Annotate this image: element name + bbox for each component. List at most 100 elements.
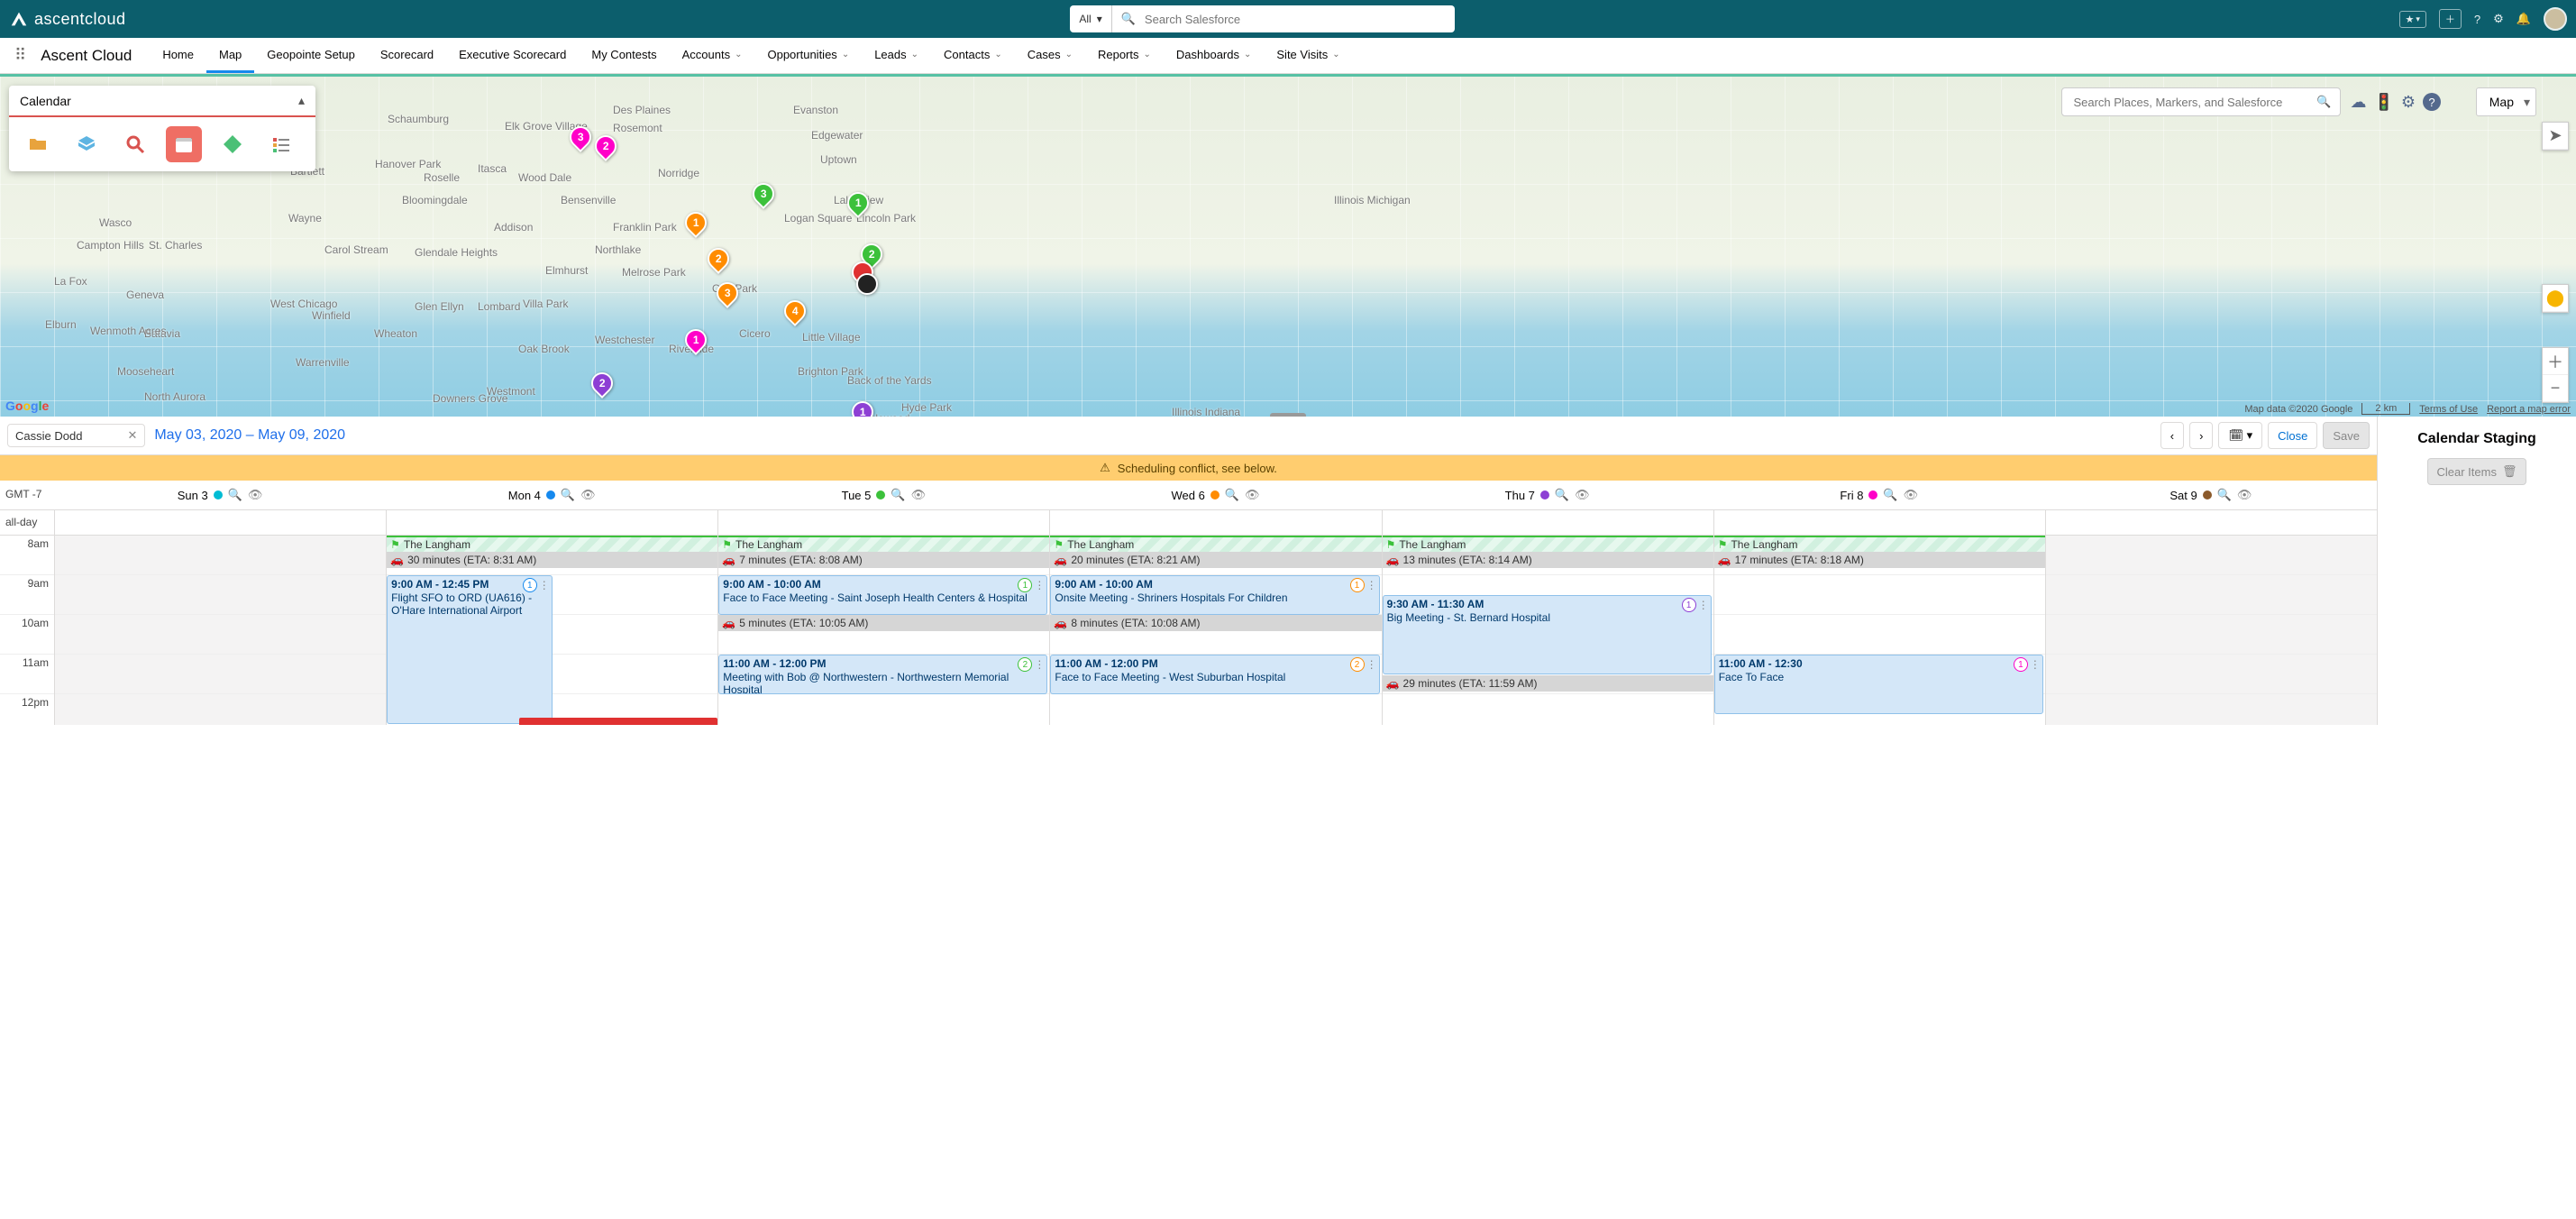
event-flight[interactable]: 9:00 AM - 12:45 PM 1⋮ Flight SFO to ORD …	[387, 575, 553, 724]
favorites-button[interactable]: ★▾	[2399, 11, 2426, 28]
search-icon[interactable]: 🔍	[228, 488, 242, 502]
drive-segment[interactable]: 🚗7 minutes (ETA: 8:08 AM)	[718, 552, 1049, 568]
drive-segment[interactable]: 🚗17 minutes (ETA: 8:18 AM)	[1714, 552, 2045, 568]
close-button[interactable]: Close	[2268, 422, 2317, 449]
drive-segment[interactable]: 🚗29 minutes (ETA: 11:59 AM)	[1383, 675, 1713, 692]
event-menu-icon[interactable]: ⋮	[1034, 658, 1045, 671]
help-icon[interactable]: ?	[2423, 93, 2441, 111]
drive-segment[interactable]: 🚗30 minutes (ETA: 8:31 AM)	[387, 552, 717, 568]
cloud-icon[interactable]: ☁	[2350, 93, 2366, 112]
nav-tab-home[interactable]: Home	[150, 38, 206, 73]
nav-tab-site-visits[interactable]: Site Visits⌄	[1264, 38, 1352, 73]
nav-tab-contacts[interactable]: Contacts⌄	[931, 38, 1015, 73]
eye-icon[interactable]: 👁	[1904, 488, 1919, 502]
search-icon[interactable]: 🔍	[1555, 488, 1569, 502]
start-flag[interactable]: The Langham	[1050, 536, 1381, 552]
close-icon[interactable]: ✕	[127, 428, 137, 443]
nav-tab-scorecard[interactable]: Scorecard	[368, 38, 446, 73]
event-menu-icon[interactable]: ⋮	[1366, 658, 1377, 671]
day-wed[interactable]: The Langham 🚗20 minutes (ETA: 8:21 AM) 9…	[1049, 536, 1381, 725]
date-picker-button[interactable]: 🗓 ▾	[2218, 422, 2262, 449]
map-area[interactable]: SchaumburgElk Grove VillageDes PlainesEv…	[0, 74, 2576, 417]
app-launcher-icon[interactable]: ⠿	[7, 46, 33, 65]
search-icon[interactable]: 🔍	[1883, 488, 1897, 502]
eye-icon[interactable]: 👁	[1245, 488, 1260, 502]
traffic-icon[interactable]: 🚦	[2373, 93, 2393, 112]
calendar-button[interactable]	[166, 126, 202, 162]
prev-week-button[interactable]: ‹	[2160, 422, 2184, 449]
map-type-picker[interactable]: Map ▾	[2476, 87, 2536, 116]
panel-collapse-icon[interactable]: ▴	[298, 93, 305, 108]
search-icon[interactable]: 🔍	[891, 488, 905, 502]
user-filter-pill[interactable]: Cassie Dodd ✕	[7, 424, 145, 447]
drive-segment[interactable]: 🚗8 minutes (ETA: 10:08 AM)	[1050, 615, 1381, 631]
event-menu-icon[interactable]: ⋮	[539, 579, 550, 591]
event-meeting[interactable]: 11:00 AM - 12:00 PM 2⋮ Meeting with Bob …	[718, 655, 1047, 694]
event-menu-icon[interactable]: ⋮	[2030, 658, 2041, 671]
folder-button[interactable]	[20, 126, 56, 162]
event-meeting[interactable]: 9:30 AM - 11:30 AM 1⋮ Big Meeting - St. …	[1383, 595, 1712, 674]
event-menu-icon[interactable]: ⋮	[1698, 599, 1709, 611]
day-fri[interactable]: The Langham 🚗17 minutes (ETA: 8:18 AM) 1…	[1713, 536, 2045, 725]
day-sun[interactable]	[54, 536, 386, 725]
drive-segment[interactable]: 🚗20 minutes (ETA: 8:21 AM)	[1050, 552, 1381, 568]
search-icon[interactable]: 🔍	[561, 488, 575, 502]
eye-icon[interactable]: 👁	[1575, 488, 1590, 502]
event-meeting[interactable]: 9:00 AM - 10:00 AM 1⋮ Onsite Meeting - S…	[1050, 575, 1379, 615]
event-meeting[interactable]: 9:00 AM - 10:00 AM 1⋮ Face to Face Meeti…	[718, 575, 1047, 615]
search-input[interactable]	[1143, 12, 1446, 27]
start-flag[interactable]: The Langham	[387, 536, 717, 552]
event-meeting[interactable]: 11:00 AM - 12:30 1⋮ Face To Face	[1714, 655, 2043, 714]
help-icon[interactable]: ?	[2474, 13, 2480, 26]
nav-tab-executive-scorecard[interactable]: Executive Scorecard	[446, 38, 579, 73]
drive-segment[interactable]: 🚗5 minutes (ETA: 10:05 AM)	[718, 615, 1049, 631]
nav-tab-map[interactable]: Map	[206, 38, 254, 73]
user-avatar[interactable]	[2544, 7, 2567, 31]
nav-tab-dashboards[interactable]: Dashboards⌄	[1164, 38, 1265, 73]
nav-tab-opportunities[interactable]: Opportunities⌄	[754, 38, 862, 73]
event-menu-icon[interactable]: ⋮	[1366, 579, 1377, 591]
start-flag[interactable]: The Langham	[1383, 536, 1713, 552]
start-flag[interactable]: The Langham	[1714, 536, 2045, 552]
nav-tab-accounts[interactable]: Accounts⌄	[670, 38, 755, 73]
eye-icon[interactable]: 👁	[911, 488, 927, 502]
map-search-input[interactable]	[2071, 95, 2316, 110]
event-menu-icon[interactable]: ⋮	[1034, 579, 1045, 591]
report-link[interactable]: Report a map error	[2487, 404, 2571, 415]
conflict-indicator[interactable]	[519, 718, 717, 725]
setup-gear-icon[interactable]: ⚙	[2493, 12, 2504, 26]
eye-icon[interactable]: 👁	[580, 488, 596, 502]
add-button[interactable]: ＋	[2439, 9, 2462, 29]
nav-tab-geopointe-setup[interactable]: Geopointe Setup	[254, 38, 368, 73]
pegman-icon[interactable]: ⬤	[2543, 285, 2568, 312]
start-flag[interactable]: The Langham	[718, 536, 1049, 552]
next-week-button[interactable]: ›	[2189, 422, 2213, 449]
zoom-out-icon[interactable]: −	[2543, 375, 2568, 402]
day-sat[interactable]	[2045, 536, 2377, 725]
day-tue[interactable]: The Langham 🚗7 minutes (ETA: 8:08 AM) 9:…	[717, 536, 1049, 725]
nav-tab-my-contests[interactable]: My Contests	[579, 38, 669, 73]
directions-button[interactable]	[215, 126, 251, 162]
layers-button[interactable]	[69, 126, 105, 162]
gear-icon[interactable]: ⚙	[2401, 93, 2416, 112]
split-drag-handle[interactable]	[1270, 413, 1306, 417]
search-scope-picker[interactable]: All ▾	[1070, 5, 1111, 32]
list-button[interactable]	[263, 126, 299, 162]
recenter-icon[interactable]: ➤	[2543, 123, 2568, 150]
search-icon[interactable]: 🔍	[1225, 488, 1239, 502]
zoom-in-icon[interactable]: ＋	[2543, 348, 2568, 375]
search-icon[interactable]: 🔍	[2316, 95, 2331, 109]
terms-link[interactable]: Terms of Use	[2419, 404, 2478, 415]
day-mon[interactable]: The Langham 🚗30 minutes (ETA: 8:31 AM) 9…	[386, 536, 717, 725]
map-search-button[interactable]	[117, 126, 153, 162]
drive-segment[interactable]: 🚗13 minutes (ETA: 8:14 AM)	[1383, 552, 1713, 568]
nav-tab-reports[interactable]: Reports⌄	[1085, 38, 1164, 73]
day-thu[interactable]: The Langham 🚗13 minutes (ETA: 8:14 AM) 9…	[1382, 536, 1713, 725]
eye-icon[interactable]: 👁	[248, 488, 263, 502]
eye-icon[interactable]: 👁	[2237, 488, 2252, 502]
nav-tab-cases[interactable]: Cases⌄	[1015, 38, 1085, 73]
notifications-icon[interactable]: 🔔	[2517, 12, 2531, 26]
event-meeting[interactable]: 11:00 AM - 12:00 PM 2⋮ Face to Face Meet…	[1050, 655, 1379, 694]
search-icon[interactable]: 🔍	[2217, 488, 2232, 502]
nav-tab-leads[interactable]: Leads⌄	[862, 38, 931, 73]
